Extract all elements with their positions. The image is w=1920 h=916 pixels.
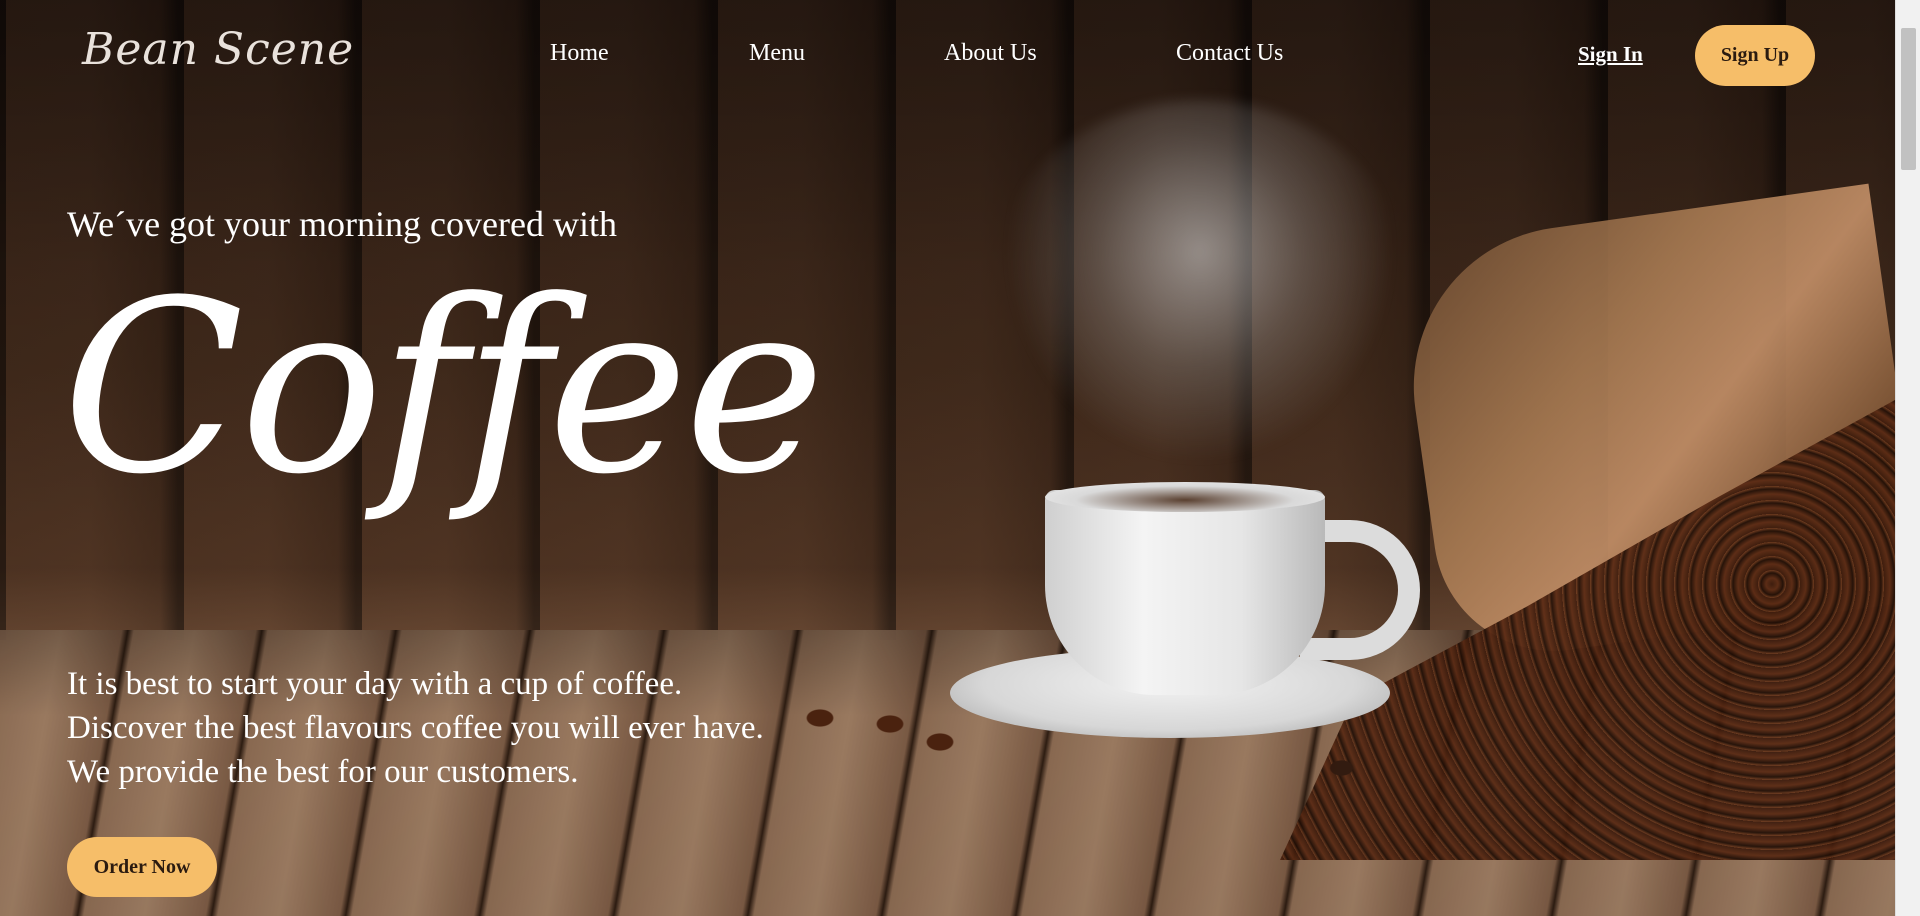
sign-in-link[interactable]: Sign In [1578,42,1643,67]
vertical-scrollbar[interactable] [1895,0,1920,916]
hero-description: It is best to start your day with a cup … [67,662,764,794]
description-line: It is best to start your day with a cup … [67,666,683,702]
hero-tagline: We´ve got your morning covered with [67,204,617,244]
nav-link-home[interactable]: Home [550,40,609,67]
nav-link-contact-us[interactable]: Contact Us [1176,40,1283,67]
coffee-cup [1045,490,1325,695]
nav-link-about-us[interactable]: About Us [944,40,1037,67]
cup-rim [1045,482,1325,512]
hero-title: Coffee [62,250,825,527]
heart-steam [990,100,1410,480]
order-now-button[interactable]: Order Now [67,837,217,897]
description-line: Discover the best flavours coffee you wi… [67,710,764,746]
site-logo[interactable]: Bean Scene [82,24,354,75]
hero-background: Bean Scene Home Menu About Us Contact Us… [0,0,1895,916]
loose-coffee-beans [780,700,980,760]
nav-link-menu[interactable]: Menu [749,40,805,67]
description-line: We provide the best for our customers. [67,754,579,790]
top-navigation: Bean Scene Home Menu About Us Contact Us… [0,0,1895,110]
scrollbar-thumb[interactable] [1901,28,1916,170]
sign-up-button[interactable]: Sign Up [1695,25,1815,86]
